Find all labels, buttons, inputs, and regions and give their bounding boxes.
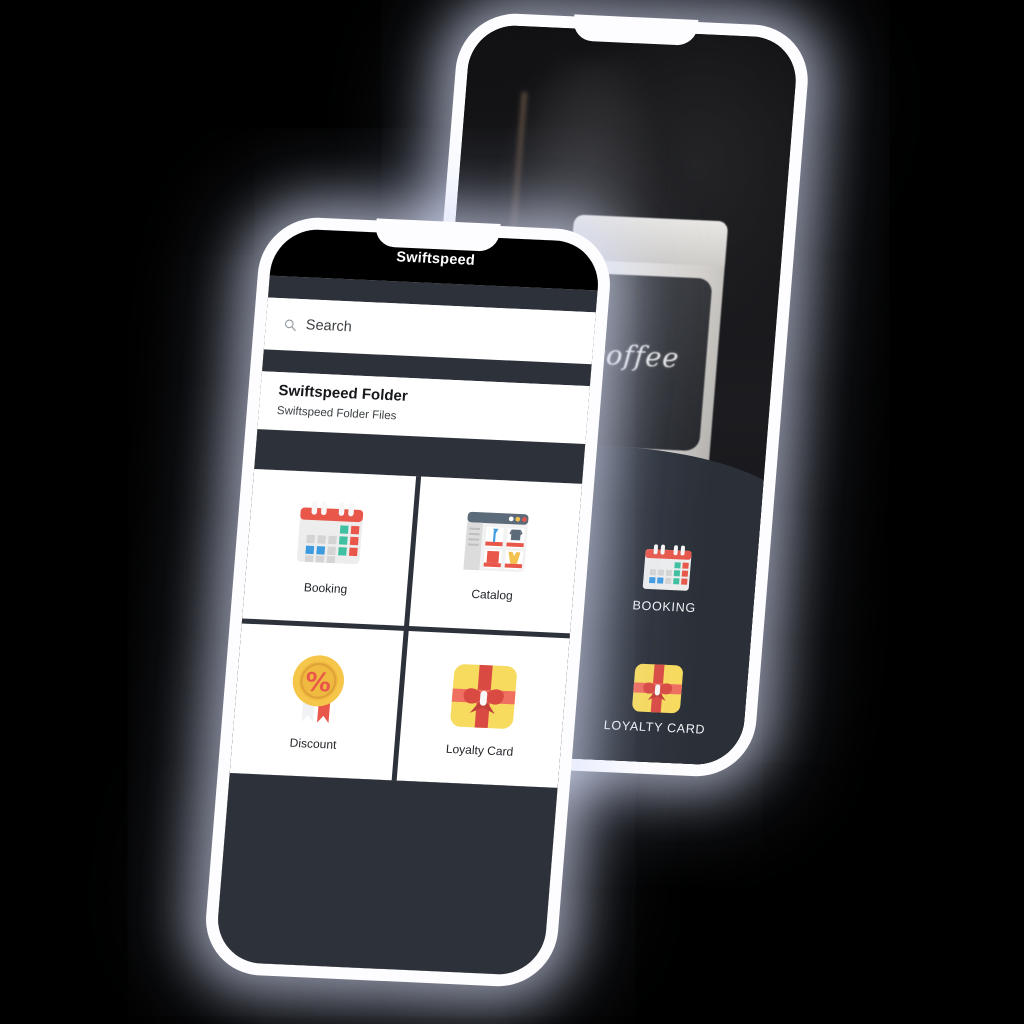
grid-item-catalog[interactable]: Catalog xyxy=(408,476,583,634)
app-title: Swiftspeed xyxy=(395,249,476,269)
search-icon xyxy=(284,319,296,331)
grid-item-discount[interactable]: % Discount xyxy=(229,623,404,781)
grid-item-booking[interactable]: Booking xyxy=(242,469,416,626)
back-grid-item-loyalty-card[interactable]: LOYALTY CARD xyxy=(581,635,733,762)
calendar-icon xyxy=(642,543,692,591)
front-phone-mockup: Swiftspeed Search Swiftspeed Folder Swif… xyxy=(201,215,615,989)
gift-box-icon xyxy=(632,663,683,714)
mockup-stage: coffee BOOKING LOYALTY CARD Swiftspeed S… xyxy=(0,0,1024,1024)
grid-item-loyalty-card[interactable]: Loyalty Card xyxy=(396,631,570,788)
back-grid-item-booking[interactable]: BOOKING xyxy=(591,515,743,641)
front-phone-screen: Swiftspeed Search Swiftspeed Folder Swif… xyxy=(214,227,602,977)
grid-item-label: Catalog xyxy=(470,586,514,603)
back-phone-notch xyxy=(572,14,699,46)
folder-grid: Booking Catalog % Discount Loyalty Card xyxy=(229,469,583,788)
discount-ribbon-icon: % xyxy=(292,654,344,723)
svg-text:%: % xyxy=(304,667,332,698)
grid-item-label: Booking xyxy=(303,579,348,596)
grid-item-label: Loyalty Card xyxy=(445,741,514,759)
calendar-icon xyxy=(296,500,363,564)
swiftspeed-folder-app: Swiftspeed Search Swiftspeed Folder Swif… xyxy=(214,227,602,977)
gift-box-icon xyxy=(450,663,518,729)
search-input[interactable]: Search xyxy=(305,317,352,335)
grid-item-label: Discount xyxy=(289,735,338,752)
back-grid-label: BOOKING xyxy=(632,597,697,615)
catalog-window-icon xyxy=(463,511,529,572)
front-phone-notch xyxy=(374,218,501,252)
grid-footer-area xyxy=(214,773,558,977)
back-grid-label: LOYALTY CARD xyxy=(603,718,706,737)
